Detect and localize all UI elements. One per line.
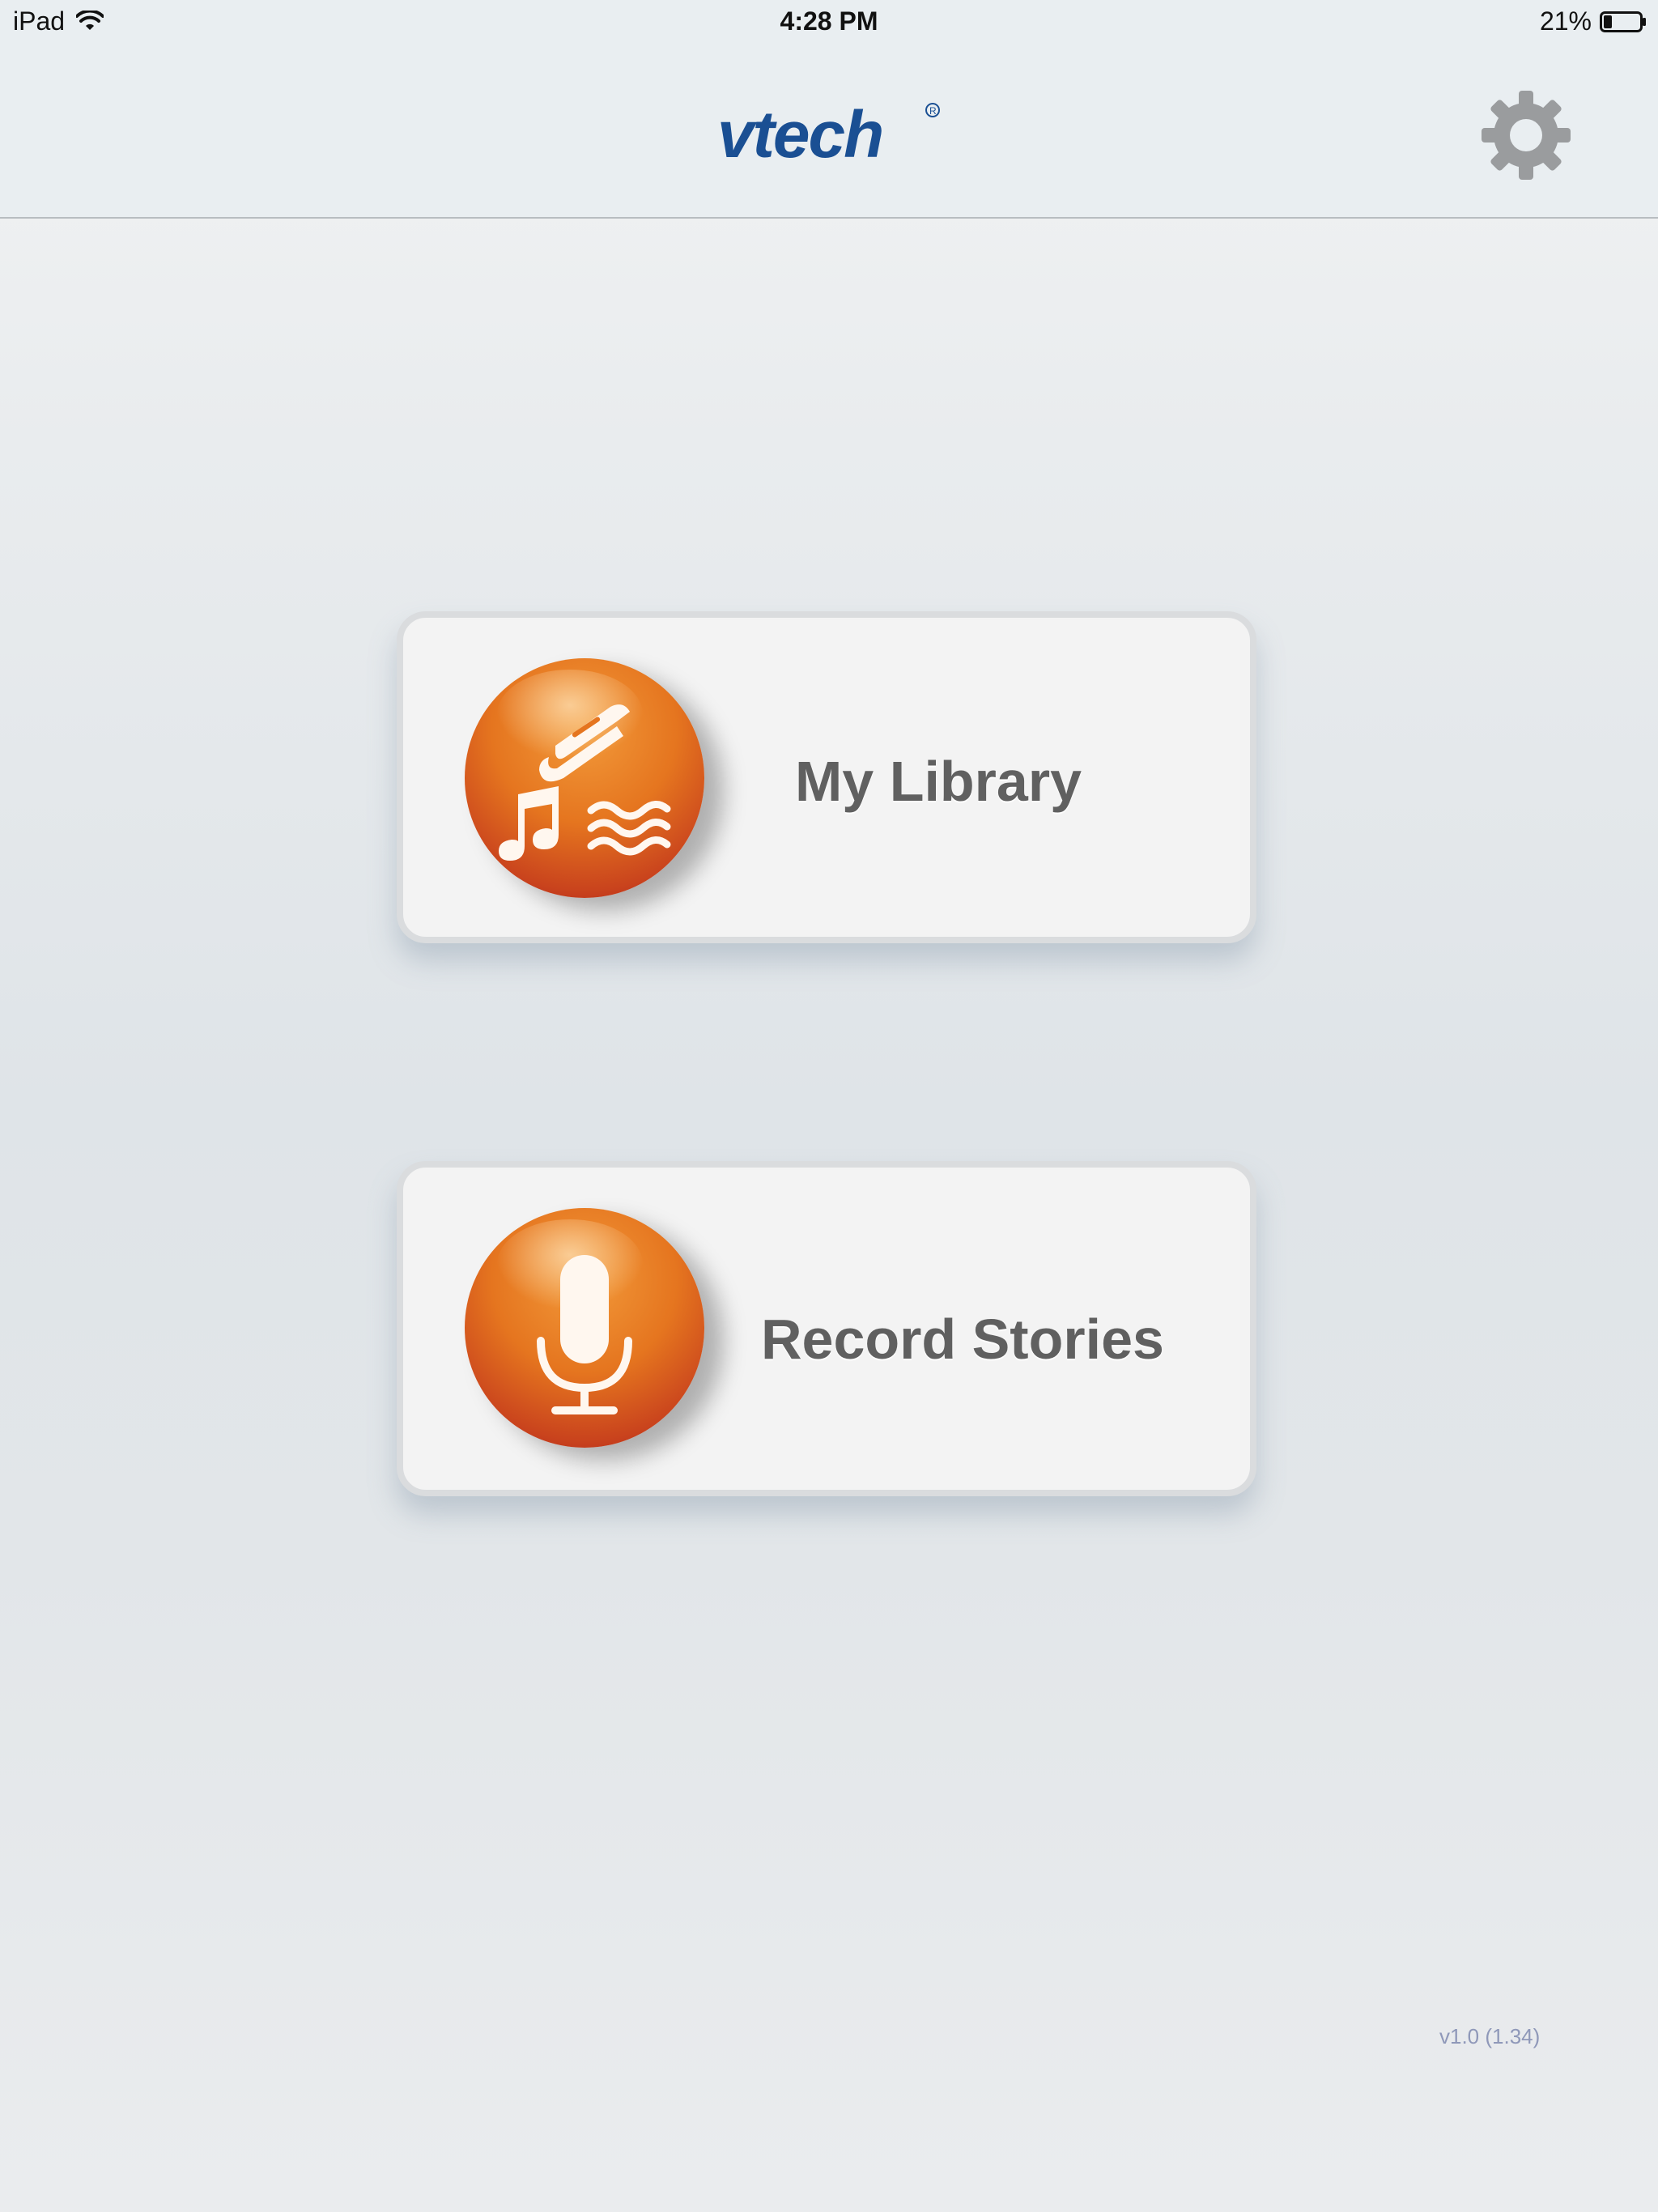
battery-percent: 21%: [1539, 6, 1592, 36]
record-orb: [465, 1208, 704, 1448]
gear-icon: [1482, 91, 1571, 180]
status-time: 4:28 PM: [780, 6, 878, 36]
battery-icon: [1600, 11, 1646, 32]
record-stories-button[interactable]: Record Stories: [397, 1161, 1256, 1496]
vtech-logo: vtech R: [717, 98, 940, 172]
nav-bar: vtech R: [0, 45, 1658, 219]
logo-text: vtech: [717, 98, 882, 172]
status-right: 21%: [1540, 6, 1647, 36]
library-orb: [465, 658, 704, 898]
svg-text:R: R: [929, 105, 937, 117]
status-bar: iPad 4:28 PM 21%: [0, 0, 1658, 45]
book-music-icon: [499, 704, 671, 861]
my-library-label: My Library: [795, 750, 1082, 813]
settings-button[interactable]: [1478, 87, 1574, 183]
my-library-button[interactable]: My Library: [397, 611, 1256, 943]
record-stories-label: Record Stories: [761, 1308, 1164, 1371]
version-label: v1.0 (1.34): [1439, 2024, 1541, 2048]
microphone-icon: [537, 1255, 632, 1414]
